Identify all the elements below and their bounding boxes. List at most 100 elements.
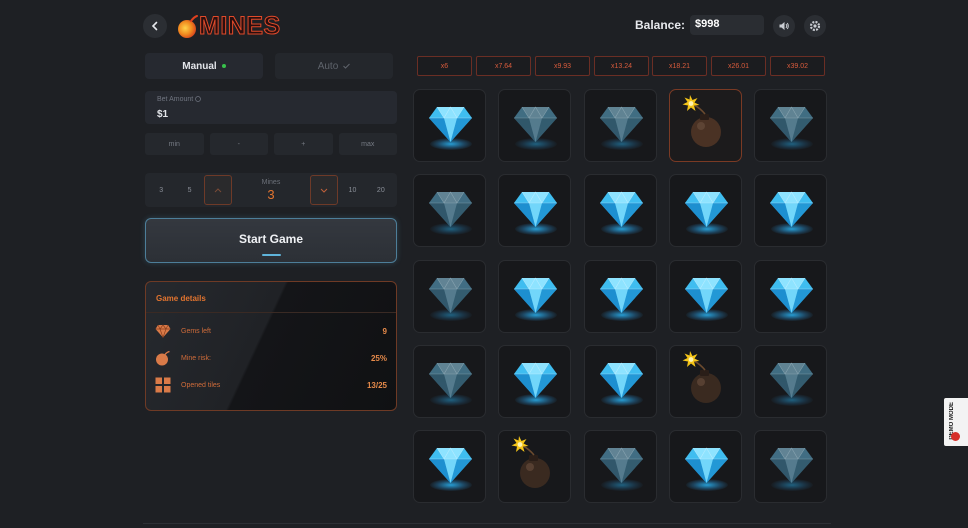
gem-icon [600, 106, 643, 142]
grid-tile[interactable] [669, 174, 742, 247]
bet-increase-button[interactable]: + [274, 133, 333, 155]
gem-icon [429, 191, 472, 227]
detail-value: 25% [370, 353, 387, 363]
grid-tile[interactable] [498, 174, 571, 247]
bet-adjust-buttons: min - + max [145, 133, 397, 155]
bet-amount-value: $1 [157, 109, 169, 120]
tiles-icon [155, 377, 171, 393]
start-game-label: Start Game [238, 232, 304, 246]
multiplier-chip: x9.93 [535, 56, 590, 76]
grid-tile[interactable] [669, 260, 742, 333]
start-game-button[interactable]: Start Game [145, 218, 397, 263]
grid-tile[interactable] [413, 430, 486, 503]
grid-tile[interactable] [498, 430, 571, 503]
gem-icon [770, 106, 813, 142]
tab-manual[interactable]: Manual [145, 53, 263, 79]
gem-icon [429, 447, 472, 483]
grid-tile[interactable] [413, 89, 486, 162]
grid-tile[interactable] [584, 430, 657, 503]
bet-amount-label: Bet Amount [157, 96, 202, 103]
gem-icon [514, 362, 557, 398]
grid-tile[interactable] [754, 260, 827, 333]
grid-tile[interactable] [754, 345, 827, 418]
mines-option-3[interactable]: 3 [147, 175, 175, 205]
mines-decrease-button[interactable] [203, 175, 233, 205]
active-dot-icon [221, 64, 226, 68]
grid-tile[interactable] [754, 430, 827, 503]
mines-option-5[interactable]: 5 [175, 175, 203, 205]
grid-tile[interactable] [584, 260, 657, 333]
divider [146, 312, 396, 313]
chevron-up-icon [214, 187, 222, 192]
gem-icon [155, 324, 171, 338]
header: MINES Balance: $998 [143, 10, 833, 44]
balance-label: Balance: [635, 18, 686, 32]
detail-value: 13/25 [366, 380, 387, 390]
chevron-left-icon [151, 21, 158, 31]
grid-tile[interactable] [669, 345, 742, 418]
mines-option-10[interactable]: 10 [338, 175, 366, 205]
chevron-down-icon [320, 188, 328, 193]
game-details-panel: Game details Gems left 9 Mine risk: 25% … [145, 281, 397, 411]
tab-manual-label: Manual [182, 60, 217, 72]
settings-button[interactable] [804, 15, 826, 37]
bomb-icon [156, 350, 170, 366]
bet-amount-input[interactable]: Bet Amount $1 [145, 91, 397, 124]
demo-dot-icon [951, 432, 960, 441]
bomb-icon [682, 95, 721, 147]
multiplier-bar: x6 x7.64 x9.93 x13.24 x18.21 x26.01 x39.… [417, 56, 827, 76]
mines-label: Mines [261, 178, 281, 186]
mines-option-20[interactable]: 20 [367, 175, 395, 205]
detail-row-gems: Gems left 9 [155, 323, 387, 339]
grid-tile[interactable] [584, 89, 657, 162]
mode-tabs: Manual Auto [145, 53, 397, 79]
grid-tile[interactable] [498, 89, 571, 162]
balance-value: $998 [690, 15, 764, 35]
detail-row-tiles: Opened tiles 13/25 [155, 377, 387, 393]
logo-text: MINES [199, 12, 281, 41]
multiplier-chip: x13.24 [594, 56, 649, 76]
back-button[interactable] [143, 14, 167, 38]
gem-icon [770, 277, 813, 313]
grid-tile[interactable] [669, 430, 742, 503]
detail-label: Opened tiles [181, 381, 221, 389]
grid-tile[interactable] [413, 174, 486, 247]
gem-icon [770, 191, 813, 227]
tab-auto-label: Auto [317, 60, 339, 72]
grid-tile[interactable] [413, 345, 486, 418]
grid-tile[interactable] [669, 89, 742, 162]
multiplier-chip: x18.21 [652, 56, 707, 76]
mines-selector: 3 5 Mines 3 10 20 [145, 173, 397, 207]
divider [143, 523, 831, 524]
mines-increase-button[interactable] [309, 175, 339, 205]
tab-auto[interactable]: Auto [275, 53, 393, 79]
gem-icon [685, 447, 728, 483]
grid-tile[interactable] [498, 260, 571, 333]
info-icon [195, 96, 202, 102]
grid-tile[interactable] [584, 345, 657, 418]
multiplier-chip: x7.64 [476, 56, 531, 76]
multiplier-chip: x26.01 [711, 56, 766, 76]
gem-icon [514, 191, 557, 227]
flame-bomb-icon [178, 14, 198, 38]
grid-tile[interactable] [413, 260, 486, 333]
bomb-icon [682, 351, 721, 403]
bet-min-button[interactable]: min [145, 133, 204, 155]
gem-icon [600, 362, 643, 398]
detail-label: Mine risk: [181, 354, 211, 362]
grid-tile[interactable] [498, 345, 571, 418]
gem-icon [514, 106, 557, 142]
gem-icon [600, 447, 643, 483]
grid-tile[interactable] [754, 89, 827, 162]
bet-max-button[interactable]: max [338, 133, 397, 155]
gem-icon [770, 362, 813, 398]
gem-icon [429, 277, 472, 313]
mines-value: 3 [267, 186, 275, 202]
gem-icon [600, 277, 643, 313]
speaker-icon [779, 22, 789, 30]
grid-tile[interactable] [754, 174, 827, 247]
grid-tile[interactable] [584, 174, 657, 247]
bet-decrease-button[interactable]: - [209, 133, 268, 155]
check-icon [343, 63, 351, 69]
sound-button[interactable] [773, 15, 795, 37]
